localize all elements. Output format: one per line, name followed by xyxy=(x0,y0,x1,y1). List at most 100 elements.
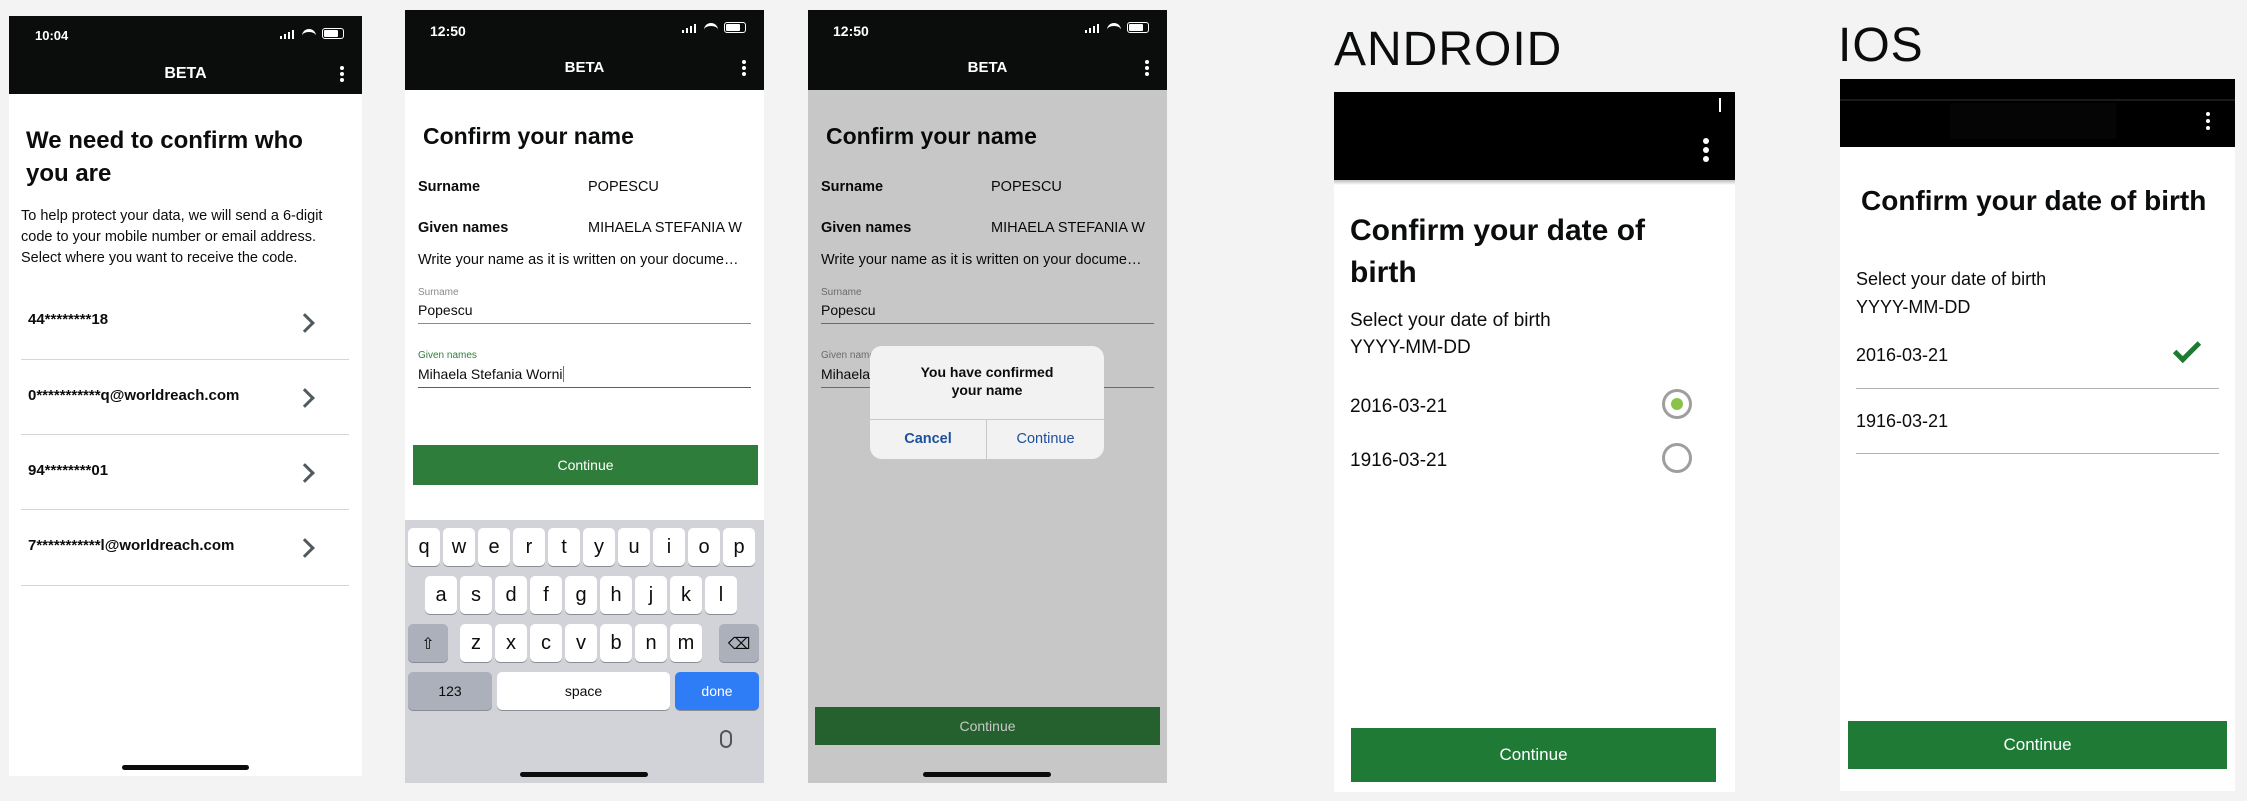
contact-option-label: 0***********q@worldreach.com xyxy=(28,387,240,404)
given-names-value: MIHAELA STEFANIA W xyxy=(588,220,742,236)
key[interactable]: z xyxy=(460,624,492,662)
page-title: Confirm your date of birth xyxy=(1861,185,2207,216)
contact-option[interactable]: 94********01 xyxy=(9,436,362,511)
dob-option[interactable]: 2016-03-21 xyxy=(1334,382,1735,432)
status-time: 12:50 xyxy=(430,23,466,39)
status-time: 12:50 xyxy=(833,23,869,39)
status-bar: 12:50 xyxy=(808,10,1167,50)
key[interactable]: s xyxy=(460,576,492,614)
key[interactable]: i xyxy=(653,528,685,566)
android-screen-confirm-dob: Confirm your date of birth Select your d… xyxy=(1334,92,1735,792)
status-icons xyxy=(682,22,746,33)
key[interactable]: h xyxy=(600,576,632,614)
dob-option-label: 1916-03-21 xyxy=(1350,450,1448,471)
key[interactable]: b xyxy=(600,624,632,662)
wifi-icon xyxy=(1107,22,1121,33)
key[interactable]: k xyxy=(670,576,702,614)
contact-option[interactable]: 44********18 xyxy=(9,286,362,361)
phone-screen-confirm-name-dialog: 12:50 BETA Confirm your name Surname POP… xyxy=(808,10,1167,783)
surname-value: POPESCU xyxy=(588,179,659,195)
key[interactable]: l xyxy=(705,576,737,614)
key[interactable]: r xyxy=(513,528,545,566)
key[interactable]: a xyxy=(425,576,457,614)
page-title: We need to confirm who you are xyxy=(26,127,303,187)
key[interactable]: p xyxy=(723,528,755,566)
continue-button[interactable]: Continue xyxy=(1848,721,2227,769)
key[interactable]: y xyxy=(583,528,615,566)
select-dob-label: Select your date of birth xyxy=(1856,269,2047,289)
checkmark-icon xyxy=(2172,334,2202,364)
microphone-icon[interactable] xyxy=(720,730,732,748)
phone-screen-confirm-identity: 10:04 BETA We need to confirm who you ar… xyxy=(9,16,362,776)
divider xyxy=(21,585,349,586)
key[interactable]: f xyxy=(530,576,562,614)
app-bar: BETA xyxy=(808,50,1167,86)
key[interactable]: g xyxy=(565,576,597,614)
key[interactable]: o xyxy=(688,528,720,566)
ios-screen-confirm-dob: Confirm your date of birth Select your d… xyxy=(1840,79,2235,791)
dialog-continue-button[interactable]: Continue xyxy=(987,420,1104,459)
dialog-message: You have confirmed your name xyxy=(920,364,1054,398)
chevron-right-icon xyxy=(295,388,315,408)
status-icons xyxy=(1085,22,1149,33)
chevron-right-icon xyxy=(295,463,315,483)
dob-option[interactable]: 2016-03-21 xyxy=(1856,329,2219,389)
given-names-field[interactable]: Given names Mihaela Stefania Worni xyxy=(418,350,751,388)
key[interactable]: t xyxy=(548,528,580,566)
header-shadow xyxy=(1334,180,1735,185)
given-names-field-label: Given names xyxy=(418,350,477,361)
more-menu-icon[interactable] xyxy=(340,66,344,82)
divider xyxy=(21,509,349,510)
radio-unselected-icon xyxy=(1662,443,1692,473)
key[interactable]: u xyxy=(618,528,650,566)
key[interactable]: j xyxy=(635,576,667,614)
more-menu-icon[interactable] xyxy=(742,60,746,76)
divider xyxy=(21,359,349,360)
chevron-right-icon xyxy=(295,313,315,333)
hint-text: Write your name as it is written on your… xyxy=(418,252,739,268)
dob-option[interactable]: 1916-03-21 xyxy=(1856,391,2219,454)
key[interactable]: c xyxy=(530,624,562,662)
app-title: BETA xyxy=(564,59,605,76)
more-menu-icon[interactable] xyxy=(1145,60,1149,76)
key[interactable]: n xyxy=(635,624,667,662)
key[interactable]: d xyxy=(495,576,527,614)
status-bar: 10:04 xyxy=(9,16,362,56)
key[interactable]: x xyxy=(495,624,527,662)
numbers-key[interactable]: 123 xyxy=(408,672,492,710)
dob-option[interactable]: 1916-03-21 xyxy=(1334,435,1735,485)
date-format-hint: YYYY-MM-DD xyxy=(1350,337,1471,358)
continue-button[interactable]: Continue xyxy=(1351,728,1716,782)
given-names-field-value: Mihaela Stefania Worni xyxy=(418,366,565,382)
shift-key[interactable]: ⇧ xyxy=(408,624,448,662)
more-menu-icon[interactable] xyxy=(2206,112,2210,130)
key[interactable]: e xyxy=(478,528,510,566)
app-bar: BETA xyxy=(9,56,362,92)
done-key[interactable]: done xyxy=(675,672,759,710)
contact-option[interactable]: 0***********q@worldreach.com xyxy=(9,361,362,436)
key[interactable]: w xyxy=(443,528,475,566)
radio-selected-icon xyxy=(1662,389,1692,419)
wifi-icon xyxy=(302,28,316,39)
key[interactable]: v xyxy=(565,624,597,662)
signal-icon xyxy=(1085,23,1101,33)
dialog-cancel-button[interactable]: Cancel xyxy=(870,420,986,459)
dob-option-label: 2016-03-21 xyxy=(1856,345,1949,365)
backspace-key[interactable]: ⌫ xyxy=(719,624,759,662)
contact-option[interactable]: 7***********l@worldreach.com xyxy=(9,511,362,586)
contact-option-label: 44********18 xyxy=(28,311,109,328)
backspace-icon: ⌫ xyxy=(727,636,751,653)
surname-field-label: Surname xyxy=(418,287,459,298)
header-bar xyxy=(1334,92,1735,180)
surname-field[interactable]: Surname Popescu xyxy=(418,287,751,324)
signal-icon xyxy=(280,29,296,39)
phone-screen-confirm-name-editing: 12:50 BETA Confirm your name Surname POP… xyxy=(405,10,764,783)
status-time: 10:04 xyxy=(35,28,69,43)
chevron-right-icon xyxy=(295,538,315,558)
space-key[interactable]: space xyxy=(497,672,670,710)
key[interactable]: q xyxy=(408,528,440,566)
continue-button[interactable]: Continue xyxy=(413,445,758,485)
more-menu-icon[interactable] xyxy=(1703,138,1709,162)
key[interactable]: m xyxy=(670,624,702,662)
dob-option-label: 1916-03-21 xyxy=(1856,411,1949,431)
